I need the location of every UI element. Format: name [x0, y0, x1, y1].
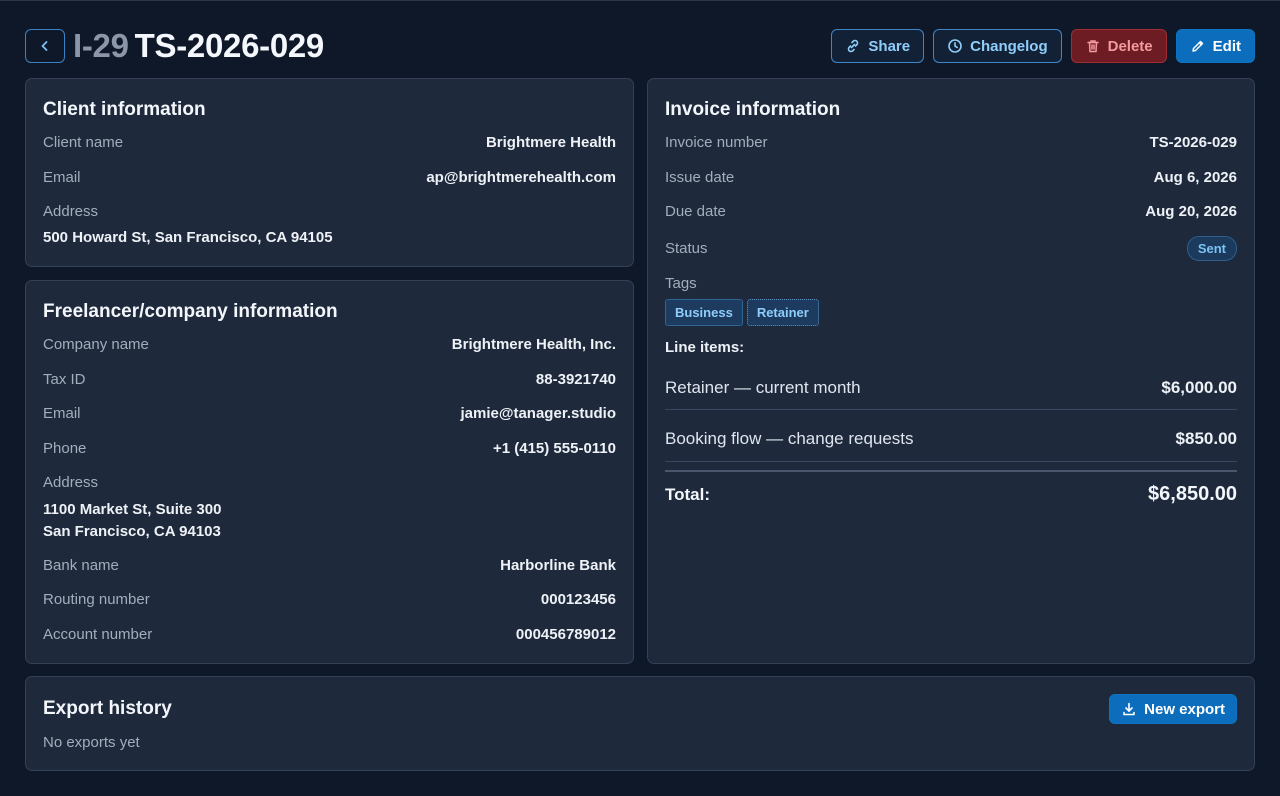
line-item-divider [665, 461, 1237, 462]
edit-label: Edit [1212, 37, 1241, 55]
issue-date-row: Issue date Aug 6, 2026 [665, 169, 1237, 186]
line-item-name: Booking flow — change requests [665, 429, 914, 448]
invoice-number-title: TS-2026-029 [134, 27, 325, 64]
client-email-row: Email ap@brightmerehealth.com [43, 169, 616, 186]
chevron-left-icon [41, 41, 48, 51]
status-label: Status [665, 240, 708, 257]
company-address-label: Address [43, 474, 99, 491]
issue-date-value: Aug 6, 2026 [1153, 169, 1237, 186]
invoice-number-value: TS-2026-029 [1149, 134, 1237, 151]
status-row: Status Sent [665, 236, 1237, 261]
tax-id-row: Tax ID 88-3921740 [43, 371, 616, 388]
due-date-label: Due date [665, 203, 726, 220]
invoice-id: I-29 [73, 27, 129, 64]
phone-label: Phone [43, 440, 87, 457]
new-export-button[interactable]: New export [1109, 694, 1237, 724]
client-email-value: ap@brightmerehealth.com [426, 169, 616, 186]
client-name-row: Client name Brightmere Health [43, 134, 616, 151]
company-name-label: Company name [43, 336, 149, 353]
download-icon [1123, 702, 1135, 716]
invoice-info-title: Invoice information [665, 99, 841, 120]
invoice-number-row: Invoice number TS-2026-029 [665, 134, 1237, 151]
routing-label: Routing number [43, 591, 150, 608]
line-item: Retainer — current month $6,000.00 [665, 378, 1237, 398]
tax-id-label: Tax ID [43, 371, 86, 388]
company-address-line2: San Francisco, CA 94103 [43, 523, 221, 540]
company-info-title: Freelancer/company information [43, 301, 338, 322]
export-history-title: Export history [43, 698, 172, 719]
line-item-amount: $6,000.00 [1161, 378, 1237, 397]
due-date-row: Due date Aug 20, 2026 [665, 203, 1237, 220]
share-button[interactable]: Share [831, 29, 925, 63]
account-value: 000456789012 [515, 626, 616, 643]
clock-icon [948, 39, 962, 53]
page-title: I-29 TS-2026-029 [73, 27, 324, 65]
client-address-label-row: Address [43, 203, 616, 220]
account-row: Account number 000456789012 [43, 626, 616, 643]
company-address-line1: 1100 Market St, Suite 300 [43, 501, 222, 518]
line-item-amount: $850.00 [1175, 429, 1237, 448]
back-button[interactable] [25, 29, 65, 63]
share-label: Share [868, 37, 911, 55]
routing-value: 000123456 [540, 591, 616, 608]
status-badge: Sent [1186, 236, 1237, 261]
company-info-card: Freelancer/company information Company n… [25, 280, 634, 664]
edit-button[interactable]: Edit [1175, 29, 1255, 63]
routing-row: Routing number 000123456 [43, 591, 616, 608]
delete-button[interactable]: Delete [1070, 29, 1167, 63]
client-email-label: Email [43, 169, 81, 186]
page-header: I-29 TS-2026-029 Share Changelog Delete E… [25, 27, 1255, 65]
client-address-label: Address [43, 203, 99, 220]
line-item: Booking flow — change requests $850.00 [665, 429, 1237, 449]
client-name-value: Brightmere Health [485, 134, 616, 151]
client-address-value: 500 Howard St, San Francisco, CA 94105 [43, 229, 333, 246]
company-email-value: jamie@tanager.studio [460, 405, 616, 422]
line-item-divider [665, 409, 1237, 410]
company-email-row: Email jamie@tanager.studio [43, 405, 616, 422]
tag-retainer[interactable]: Retainer [746, 299, 819, 326]
line-items-heading: Line items: [665, 339, 745, 356]
bank-row: Bank name Harborline Bank [43, 557, 616, 574]
bank-label: Bank name [43, 557, 119, 574]
company-email-label: Email [43, 405, 81, 422]
account-label: Account number [43, 626, 153, 643]
invoice-detail-page: I-29 TS-2026-029 Share Changelog Delete E… [0, 0, 1280, 796]
line-items-heading-row: Line items: [665, 339, 1237, 356]
delete-label: Delete [1107, 37, 1153, 55]
company-name-value: Brightmere Health, Inc. [451, 336, 616, 353]
tag-business[interactable]: Business [665, 299, 743, 326]
tags-list: Business Retainer [665, 299, 819, 326]
export-history-card: Export history No exports yet New export [25, 676, 1255, 771]
bank-value: Harborline Bank [500, 557, 616, 574]
invoice-number-label: Invoice number [665, 134, 768, 151]
total-value: $6,850.00 [1148, 483, 1237, 505]
trash-icon [1086, 40, 1099, 53]
line-item-name: Retainer — current month [665, 378, 861, 397]
client-info-title: Client information [43, 99, 206, 120]
client-info-card: Client information Client name Brightmer… [25, 78, 634, 267]
phone-value: +1 (415) 555-0110 [492, 440, 616, 457]
changelog-button[interactable]: Changelog [933, 29, 1062, 63]
total-divider [665, 470, 1237, 472]
header-actions: Share Changelog Delete Edit [831, 29, 1255, 63]
phone-row: Phone +1 (415) 555-0110 [43, 440, 616, 457]
tax-id-value: 88-3921740 [535, 371, 616, 388]
client-name-label: Client name [43, 134, 124, 151]
company-name-row: Company name Brightmere Health, Inc. [43, 336, 616, 353]
company-address-label-row: Address [43, 474, 616, 491]
tags-label: Tags [665, 275, 697, 292]
total-row: Total: $6,850.00 [665, 483, 1237, 506]
invoice-info-card: Invoice information Invoice number TS-20… [647, 78, 1255, 664]
new-export-label: New export [1144, 700, 1225, 718]
total-label: Total: [665, 484, 711, 504]
link-icon [848, 39, 859, 53]
tags-label-row: Tags [665, 275, 1237, 292]
pencil-icon [1191, 40, 1203, 52]
export-empty-message: No exports yet [43, 734, 140, 751]
issue-date-label: Issue date [665, 169, 735, 186]
due-date-value: Aug 20, 2026 [1145, 203, 1237, 220]
changelog-label: Changelog [970, 37, 1048, 55]
